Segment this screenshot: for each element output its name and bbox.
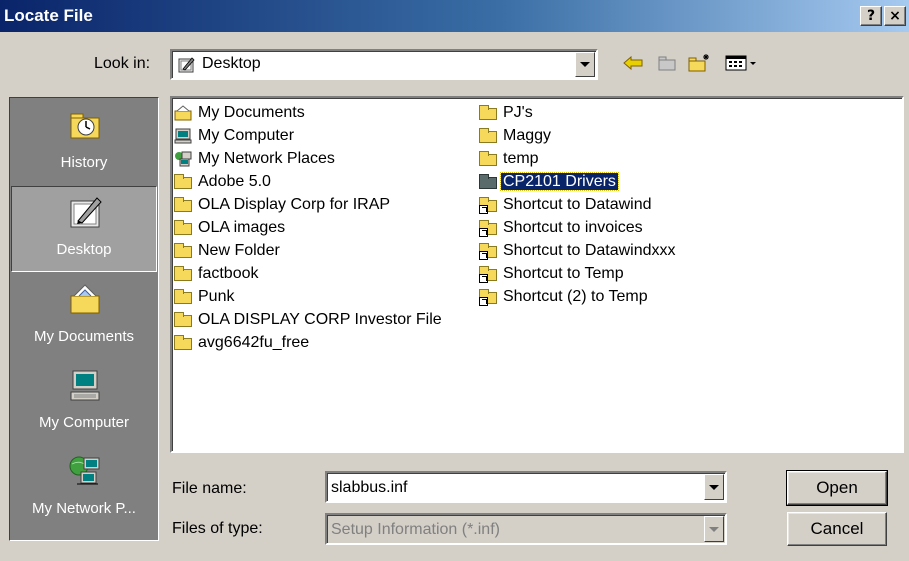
list-item[interactable]: My Documents (172, 102, 444, 125)
cancel-button[interactable]: Cancel (787, 512, 887, 546)
folder-icon (174, 312, 192, 328)
place-desktop[interactable]: Desktop (11, 186, 157, 272)
files-of-type-label: Files of type: (172, 520, 263, 537)
folder-icon (479, 174, 497, 190)
list-item[interactable]: My Network Places (172, 148, 444, 171)
list-item[interactable]: OLA Display Corp for IRAP (172, 194, 444, 217)
folder-icon (174, 335, 192, 351)
place-history[interactable]: History (11, 100, 157, 186)
file-column-right: PJ's Maggy temp CP2101 Drivers Shortcut … (477, 102, 678, 309)
new-folder-icon[interactable] (686, 50, 712, 76)
folder-icon (174, 266, 192, 282)
list-item[interactable]: Punk (172, 286, 444, 309)
look-in-value: Desktop (202, 55, 261, 72)
my-network-places-icon (68, 454, 102, 488)
place-label: My Computer (38, 414, 130, 431)
list-item[interactable]: PJ's (477, 102, 678, 125)
shortcut-folder-icon (479, 197, 497, 214)
files-of-type-select: Setup Information (*.inf) (325, 513, 727, 545)
look-in-label: Look in: (94, 55, 151, 72)
desktop-icon (69, 195, 103, 229)
list-item[interactable]: Adobe 5.0 (172, 171, 444, 194)
list-item[interactable]: Shortcut (2) to Temp (477, 286, 678, 309)
my-computer-icon (68, 368, 102, 402)
list-item[interactable]: My Computer (172, 125, 444, 148)
place-my-network-places[interactable]: My Network P... (11, 446, 157, 532)
list-item[interactable]: OLA images (172, 217, 444, 240)
list-item[interactable]: temp (477, 148, 678, 171)
look-in-combo[interactable]: Desktop (170, 49, 598, 80)
my-documents-icon (174, 105, 192, 121)
look-in-dropdown-button[interactable] (575, 52, 595, 77)
history-icon (68, 108, 102, 142)
place-label: My Network P... (32, 500, 136, 517)
places-bar: History Desktop My Documents My Computer… (9, 97, 159, 541)
folder-icon (174, 174, 192, 190)
place-my-documents[interactable]: My Documents (11, 274, 157, 360)
list-item[interactable]: Shortcut to Temp (477, 263, 678, 286)
my-computer-icon (174, 128, 192, 144)
list-item[interactable]: OLA DISPLAY CORP Investor File (172, 309, 444, 332)
my-documents-icon (68, 282, 102, 316)
list-item[interactable]: Shortcut to invoices (477, 217, 678, 240)
up-folder-icon[interactable] (654, 50, 680, 76)
file-name-value[interactable]: slabbus.inf (331, 479, 408, 497)
place-my-computer[interactable]: My Computer (11, 360, 157, 446)
folder-icon (479, 151, 497, 167)
list-item[interactable]: factbook (172, 263, 444, 286)
folder-icon (174, 243, 192, 259)
view-menu-icon[interactable] (722, 50, 762, 76)
place-label: Desktop (56, 241, 112, 258)
folder-icon (174, 220, 192, 236)
folder-icon (479, 128, 497, 144)
shortcut-folder-icon (479, 220, 497, 237)
list-item-selected[interactable]: CP2101 Drivers (477, 171, 678, 194)
file-list[interactable]: My Documents My Computer My Network Plac… (170, 96, 904, 453)
list-item[interactable]: New Folder (172, 240, 444, 263)
shortcut-folder-icon (479, 243, 497, 260)
files-of-type-value: Setup Information (*.inf) (331, 521, 500, 538)
place-label: History (60, 154, 108, 171)
locate-file-dialog: Locate File ? × Look in: Desktop History (0, 0, 909, 561)
title-bar[interactable]: Locate File ? × (0, 0, 909, 32)
file-name-dropdown-button[interactable] (704, 474, 724, 500)
close-button[interactable]: × (884, 6, 906, 26)
files-of-type-dropdown-button (704, 516, 724, 542)
shortcut-folder-icon (479, 266, 497, 283)
list-item[interactable]: Shortcut to Datawind (477, 194, 678, 217)
file-name-label: File name: (172, 480, 247, 497)
desktop-icon (178, 56, 196, 74)
network-places-icon (174, 151, 192, 167)
file-name-field[interactable]: slabbus.inf (325, 471, 727, 503)
list-item[interactable]: Shortcut to Datawindxxx (477, 240, 678, 263)
folder-icon (174, 197, 192, 213)
open-button[interactable]: Open (786, 470, 888, 506)
folder-icon (174, 289, 192, 305)
back-icon[interactable] (620, 50, 646, 76)
list-item[interactable]: Maggy (477, 125, 678, 148)
help-button[interactable]: ? (860, 6, 882, 26)
file-column-left: My Documents My Computer My Network Plac… (172, 102, 444, 355)
folder-icon (479, 105, 497, 121)
place-label: My Documents (33, 328, 135, 345)
shortcut-folder-icon (479, 289, 497, 306)
window-title: Locate File (4, 6, 93, 25)
list-item[interactable]: avg6642fu_free (172, 332, 444, 355)
